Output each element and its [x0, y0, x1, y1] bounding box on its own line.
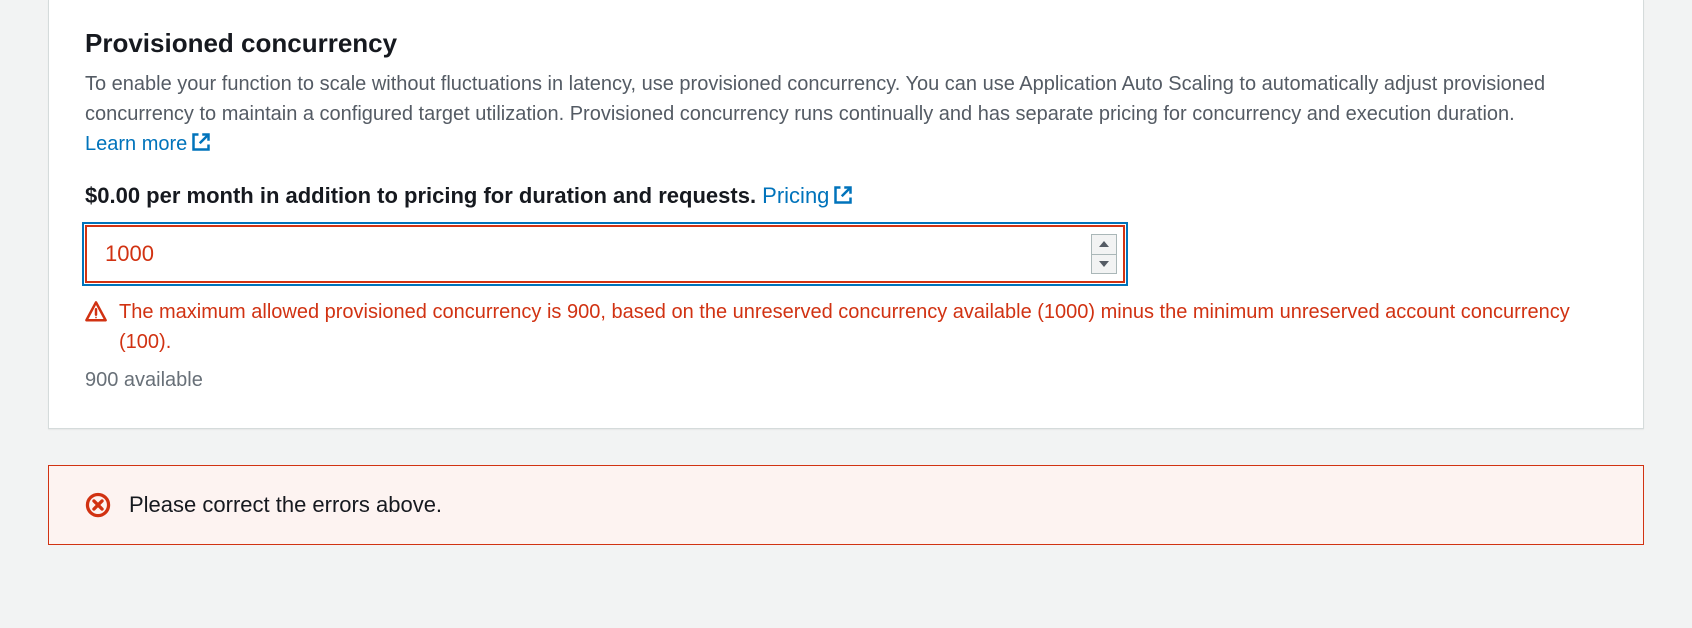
pricing-link-text: Pricing — [762, 183, 829, 208]
description-text: To enable your function to scale without… — [85, 73, 1545, 125]
external-link-icon — [833, 185, 853, 205]
pricing-link[interactable]: Pricing — [762, 183, 853, 208]
external-link-icon — [191, 132, 211, 152]
error-message: The maximum allowed provisioned concurre… — [85, 297, 1607, 357]
learn-more-text: Learn more — [85, 133, 187, 155]
provisioned-concurrency-card: Provisioned concurrency To enable your f… — [48, 0, 1644, 429]
warning-triangle-icon — [85, 301, 107, 323]
stepper-down-button[interactable] — [1092, 255, 1116, 274]
caret-up-icon — [1099, 241, 1109, 247]
section-description: To enable your function to scale without… — [85, 69, 1607, 159]
error-alert: Please correct the errors above. — [48, 465, 1644, 545]
number-stepper — [1091, 234, 1117, 274]
error-text: The maximum allowed provisioned concurre… — [119, 297, 1607, 357]
error-circle-icon — [85, 492, 111, 518]
caret-down-icon — [1099, 261, 1109, 267]
learn-more-link[interactable]: Learn more — [85, 133, 211, 155]
alert-text: Please correct the errors above. — [129, 492, 442, 518]
concurrency-input-wrapper — [85, 225, 1125, 283]
concurrency-input[interactable] — [85, 225, 1125, 283]
available-text: 900 available — [85, 369, 1607, 392]
pricing-info: $0.00 per month in addition to pricing f… — [85, 183, 1607, 209]
stepper-up-button[interactable] — [1092, 235, 1116, 255]
section-title: Provisioned concurrency — [85, 28, 1607, 59]
pricing-text: $0.00 per month in addition to pricing f… — [85, 183, 762, 208]
